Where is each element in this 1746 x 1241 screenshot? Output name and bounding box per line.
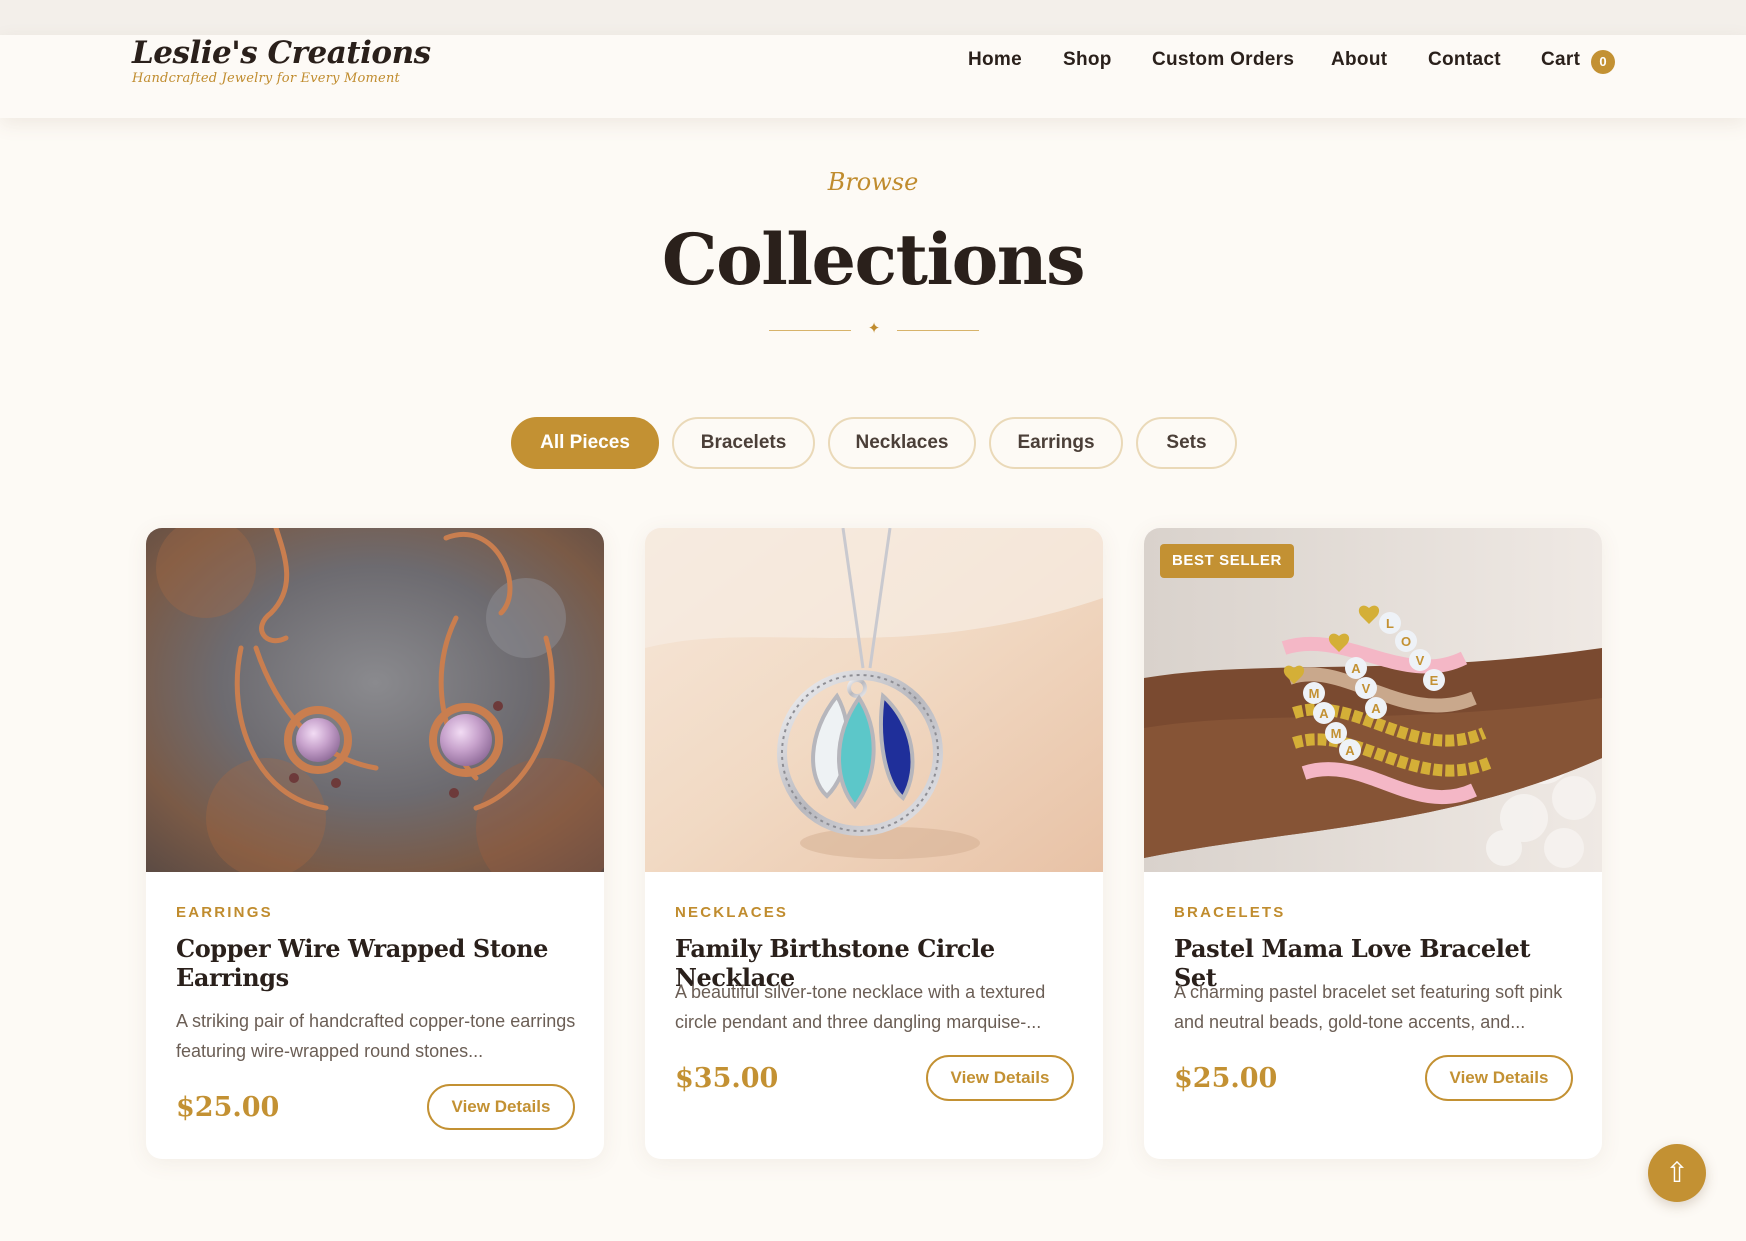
svg-text:E: E: [1430, 673, 1439, 688]
nav-contact[interactable]: Contact: [1428, 49, 1501, 71]
product-price: $35.00: [675, 1063, 779, 1094]
svg-text:M: M: [1309, 686, 1320, 701]
nav-about[interactable]: About: [1331, 49, 1387, 71]
filter-bracelets[interactable]: Bracelets: [672, 417, 815, 469]
product-image-earrings[interactable]: [146, 528, 604, 872]
nav-custom-orders[interactable]: Custom Orders: [1152, 49, 1294, 71]
sparkle-icon: ✦: [867, 320, 881, 337]
view-details-button[interactable]: View Details: [1425, 1055, 1573, 1101]
svg-text:O: O: [1401, 634, 1411, 649]
arrow-up-icon[interactable]: ⇧: [1648, 1144, 1706, 1202]
product-card[interactable]: L O V E A V A M A M A BEST SELLER BRACEL…: [1144, 528, 1602, 1159]
filter-bar: All Pieces Bracelets Necklaces Earrings …: [0, 417, 1746, 469]
site-header: Leslie's Creations Handcrafted Jewelry f…: [0, 35, 1746, 118]
svg-text:A: A: [1351, 661, 1361, 676]
svg-text:A: A: [1319, 706, 1329, 721]
svg-text:V: V: [1416, 653, 1425, 668]
product-card[interactable]: NECKLACES Family Birthstone Circle Neckl…: [645, 528, 1103, 1159]
product-title[interactable]: Copper Wire Wrapped Stone Earrings: [176, 934, 576, 992]
filter-necklaces[interactable]: Necklaces: [828, 417, 976, 469]
svg-text:M: M: [1331, 726, 1342, 741]
product-price: $25.00: [1174, 1063, 1278, 1094]
cart-count-badge: 0: [1591, 50, 1615, 74]
product-description: A striking pair of handcrafted copper-to…: [176, 1011, 576, 1061]
section-eyebrow: Browse: [827, 168, 919, 196]
svg-text:V: V: [1362, 681, 1371, 696]
product-category: NECKLACES: [675, 904, 789, 921]
filter-earrings[interactable]: Earrings: [989, 417, 1123, 469]
nav-cart[interactable]: Cart: [1541, 49, 1580, 71]
product-category: EARRINGS: [176, 904, 273, 921]
filter-sets[interactable]: Sets: [1136, 417, 1237, 469]
best-seller-badge: BEST SELLER: [1160, 544, 1294, 578]
brand-logo[interactable]: Leslie's Creations Handcrafted Jewelry f…: [132, 35, 431, 86]
svg-text:A: A: [1371, 701, 1381, 716]
top-strip: [0, 0, 1746, 35]
svg-text:L: L: [1386, 616, 1394, 631]
product-price: $25.00: [176, 1092, 280, 1123]
product-image-bracelets[interactable]: L O V E A V A M A M A BEST SELLER: [1144, 528, 1602, 872]
brand-name: Leslie's Creations: [132, 35, 431, 71]
divider-line-left: [769, 330, 851, 331]
filter-all-pieces[interactable]: All Pieces: [511, 417, 659, 469]
product-card[interactable]: EARRINGS Copper Wire Wrapped Stone Earri…: [146, 528, 604, 1159]
divider-line-right: [897, 330, 979, 331]
product-category: BRACELETS: [1174, 904, 1286, 921]
product-image-necklace[interactable]: [645, 528, 1103, 872]
svg-text:A: A: [1345, 743, 1355, 758]
view-details-button[interactable]: View Details: [427, 1084, 575, 1130]
nav-home[interactable]: Home: [968, 49, 1022, 71]
page-title: Collections: [661, 218, 1086, 301]
brand-tagline: Handcrafted Jewelry for Every Moment: [132, 71, 400, 86]
product-description: A beautiful silver-tone necklace with a …: [675, 982, 1046, 1032]
nav-shop[interactable]: Shop: [1063, 49, 1112, 71]
view-details-button[interactable]: View Details: [926, 1055, 1074, 1101]
product-description: A charming pastel bracelet set featuring…: [1174, 982, 1563, 1032]
